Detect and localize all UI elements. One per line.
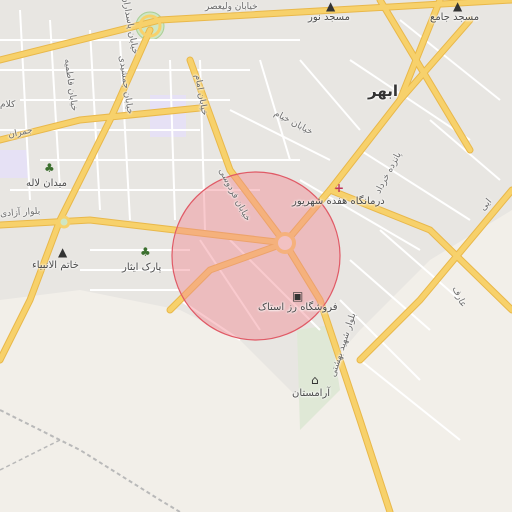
poi-meydan-laleh[interactable]: میدان لاله: [26, 178, 67, 189]
poi-masjed-nour[interactable]: مسجد نور: [308, 12, 350, 23]
map-canvas[interactable]: ابهر خیابان ولیعصر خیابان خیام خیابان فر…: [0, 0, 512, 512]
poi-aramestan[interactable]: آرامستان: [292, 388, 330, 399]
poi-darmangah[interactable]: درمانگاه هفده شهریور: [292, 196, 385, 207]
map-layer: [0, 0, 512, 512]
poi-forushgah[interactable]: فروشگاه رز استاک: [258, 302, 338, 313]
mosque-icon: ▲: [453, 0, 463, 13]
tree-icon: ♣: [140, 245, 151, 259]
hospital-icon: +: [334, 181, 345, 195]
poi-masjed-jame[interactable]: مسجد جامع: [430, 12, 479, 23]
tree-icon: ♣: [44, 161, 55, 175]
mosque-icon: ▲: [58, 245, 68, 259]
poi-khatam[interactable]: خاتم الانبیاء: [32, 260, 79, 271]
shopping-cart-icon: ▣: [292, 289, 304, 303]
mosque-icon: ▲: [326, 0, 336, 13]
poi-park-isar[interactable]: پارک ایثار: [122, 262, 161, 273]
street-label-kalam: کلام: [0, 100, 16, 110]
city-label: ابهر: [368, 82, 399, 100]
cemetery-icon: ⌂: [311, 373, 319, 387]
street-label-vali-asr: خیابان ولیعصر: [205, 2, 258, 12]
